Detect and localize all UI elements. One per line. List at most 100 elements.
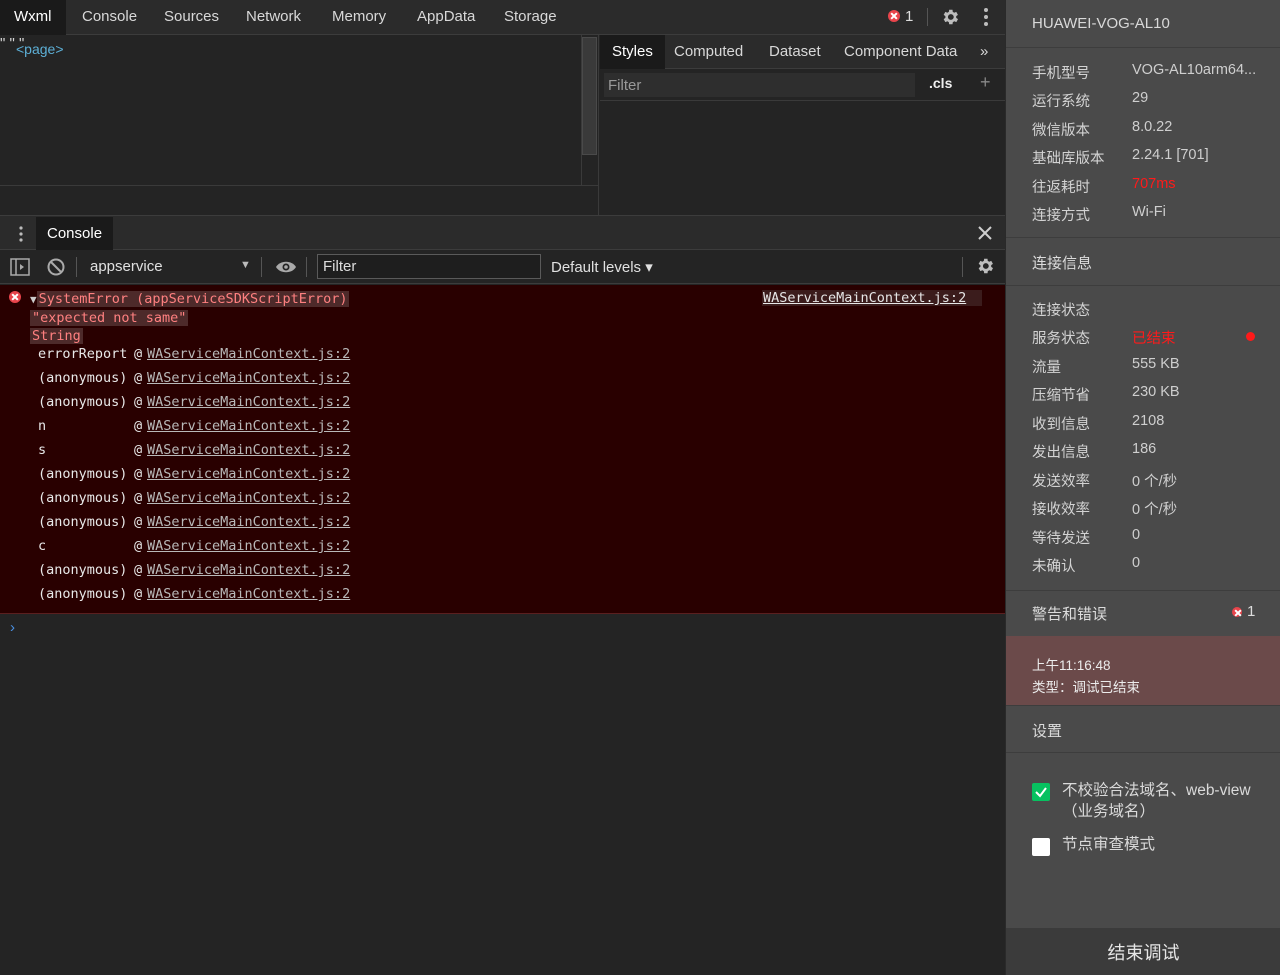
stack-at: @: [134, 370, 143, 386]
drawer-tab-console[interactable]: Console: [36, 217, 114, 250]
divider: [1006, 590, 1280, 591]
wxml-text-node[interactable]: ": [0, 35, 5, 52]
info-key: 接收效率: [1032, 502, 1090, 518]
tab-memory[interactable]: Memory: [318, 0, 400, 34]
error-source-link[interactable]: WAServiceMainContext.js:2: [762, 290, 983, 306]
info-value: 2.24.1 [701]: [1132, 147, 1209, 163]
node-inspect-label[interactable]: 节点审查模式: [1062, 834, 1155, 855]
stack-at: @: [134, 346, 143, 362]
more-vertical-icon[interactable]: [978, 6, 994, 28]
show-sidebar-icon[interactable]: [10, 258, 30, 276]
info-key: 压缩节省: [1032, 388, 1090, 404]
wxml-text-node[interactable]: ": [10, 35, 15, 52]
tab-styles[interactable]: Styles: [600, 35, 665, 69]
stack-at: @: [134, 514, 143, 530]
stack-at: @: [134, 490, 143, 506]
tab-storage[interactable]: Storage: [490, 0, 571, 34]
info-key: 服务状态: [1032, 331, 1090, 347]
clear-console-icon[interactable]: [46, 257, 66, 277]
stack-function: (anonymous): [38, 394, 128, 410]
expand-triangle-icon[interactable]: ▼: [30, 293, 37, 306]
divider: [1006, 285, 1280, 286]
styles-tab-bar: Styles Computed Dataset Component Data »: [600, 35, 1005, 69]
node-inspect-checkbox[interactable]: [1032, 838, 1050, 856]
context-select[interactable]: appservice: [90, 258, 163, 275]
info-value: 230 KB: [1132, 384, 1180, 400]
console-prompt[interactable]: ›: [10, 619, 15, 636]
tab-computed[interactable]: Computed: [662, 35, 755, 69]
error-log-entry[interactable]: 上午11:16:48 类型：调试已结束: [1006, 636, 1280, 705]
error-header: ▼ SystemError (appServiceSDKScriptError) …: [30, 290, 350, 345]
devtools-panel: Wxml Console Sources Network Memory AppD…: [0, 0, 1005, 975]
styles-filter-input[interactable]: [604, 73, 915, 97]
stack-link[interactable]: WAServiceMainContext.js:2: [147, 514, 350, 530]
divider: [962, 257, 963, 277]
drawer-tab-bar: Console: [0, 215, 1005, 250]
add-style-rule-icon[interactable]: +: [980, 72, 991, 93]
warnings-errors-title[interactable]: 警告和错误: [1032, 603, 1107, 624]
stack-link[interactable]: WAServiceMainContext.js:2: [147, 346, 350, 362]
cls-toggle-button[interactable]: .cls: [929, 75, 952, 91]
stack-link[interactable]: WAServiceMainContext.js:2: [147, 466, 350, 482]
error-icon: [1232, 607, 1242, 617]
info-value: 29: [1132, 90, 1149, 106]
end-debug-button[interactable]: 结束调试: [1006, 928, 1280, 975]
info-key: 手机型号: [1032, 66, 1090, 82]
wxml-page-node[interactable]: <page>: [16, 41, 64, 57]
more-tabs-icon[interactable]: »: [968, 35, 1000, 69]
skip-domain-check-checkbox[interactable]: [1032, 783, 1050, 801]
tab-component-data[interactable]: Component Data: [832, 35, 969, 69]
tab-dataset[interactable]: Dataset: [757, 35, 833, 69]
stack-function: (anonymous): [38, 586, 128, 602]
tab-sources[interactable]: Sources: [150, 0, 233, 34]
stack-link[interactable]: WAServiceMainContext.js:2: [147, 370, 350, 386]
info-key: 发出信息: [1032, 445, 1090, 461]
console-settings-gear-icon[interactable]: [975, 256, 995, 276]
tab-network[interactable]: Network: [232, 0, 315, 34]
skip-domain-check-label[interactable]: 不校验合法域名、web-view（业务域名）: [1062, 780, 1257, 822]
error-count[interactable]: 1: [905, 8, 913, 25]
settings-gear-icon[interactable]: [940, 7, 960, 27]
devtools-tab-bar: Wxml Console Sources Network Memory AppD…: [0, 0, 1005, 35]
stack-link[interactable]: WAServiceMainContext.js:2: [147, 418, 350, 434]
wxml-tree-pane: <page> " " ": [0, 35, 599, 215]
console-toolbar: appservice ▼ Default levels ▾: [0, 250, 1005, 284]
log-levels-select[interactable]: Default levels ▾: [551, 258, 653, 276]
close-icon[interactable]: [976, 224, 994, 242]
live-expression-eye-icon[interactable]: [275, 259, 297, 275]
stack-link[interactable]: WAServiceMainContext.js:2: [147, 490, 350, 506]
stack-function: (anonymous): [38, 490, 128, 506]
stack-link[interactable]: WAServiceMainContext.js:2: [147, 538, 350, 554]
stack-link[interactable]: WAServiceMainContext.js:2: [147, 394, 350, 410]
stack-function: (anonymous): [38, 370, 128, 386]
drawer-menu-icon[interactable]: [14, 225, 28, 243]
divider: [1006, 752, 1280, 753]
stack-function: errorReport: [38, 346, 128, 362]
stack-at: @: [134, 442, 143, 458]
error-icon: [9, 291, 21, 303]
divider: [0, 185, 599, 186]
info-key: 基础库版本: [1032, 151, 1105, 167]
wxml-scrollbar[interactable]: [582, 37, 597, 155]
status-dot: [1246, 332, 1255, 341]
info-key: 往返耗时: [1032, 180, 1090, 196]
service-status-value: 已结束: [1132, 331, 1176, 347]
console-filter-input[interactable]: [317, 254, 541, 279]
stack-at: @: [134, 586, 143, 602]
tab-console[interactable]: Console: [68, 0, 151, 34]
tab-wxml[interactable]: Wxml: [0, 0, 66, 35]
chevron-down-icon[interactable]: ▼: [240, 259, 251, 271]
stack-link[interactable]: WAServiceMainContext.js:2: [147, 562, 350, 578]
error-type: String: [30, 328, 83, 344]
divider: [1006, 47, 1280, 48]
stack-at: @: [134, 466, 143, 482]
info-value: 0 个/秒: [1132, 502, 1178, 518]
info-value: Wi-Fi: [1132, 204, 1166, 220]
remote-debug-sidebar: HUAWEI-VOG-AL10 手机型号 VOG-AL10arm64... 运行…: [1005, 0, 1280, 975]
tab-appdata[interactable]: AppData: [403, 0, 489, 34]
info-key: 微信版本: [1032, 123, 1090, 139]
error-title[interactable]: SystemError (appServiceSDKScriptError): [36, 291, 350, 307]
stack-link[interactable]: WAServiceMainContext.js:2: [147, 442, 350, 458]
stack-link[interactable]: WAServiceMainContext.js:2: [147, 586, 350, 602]
error-icon[interactable]: [888, 10, 900, 22]
